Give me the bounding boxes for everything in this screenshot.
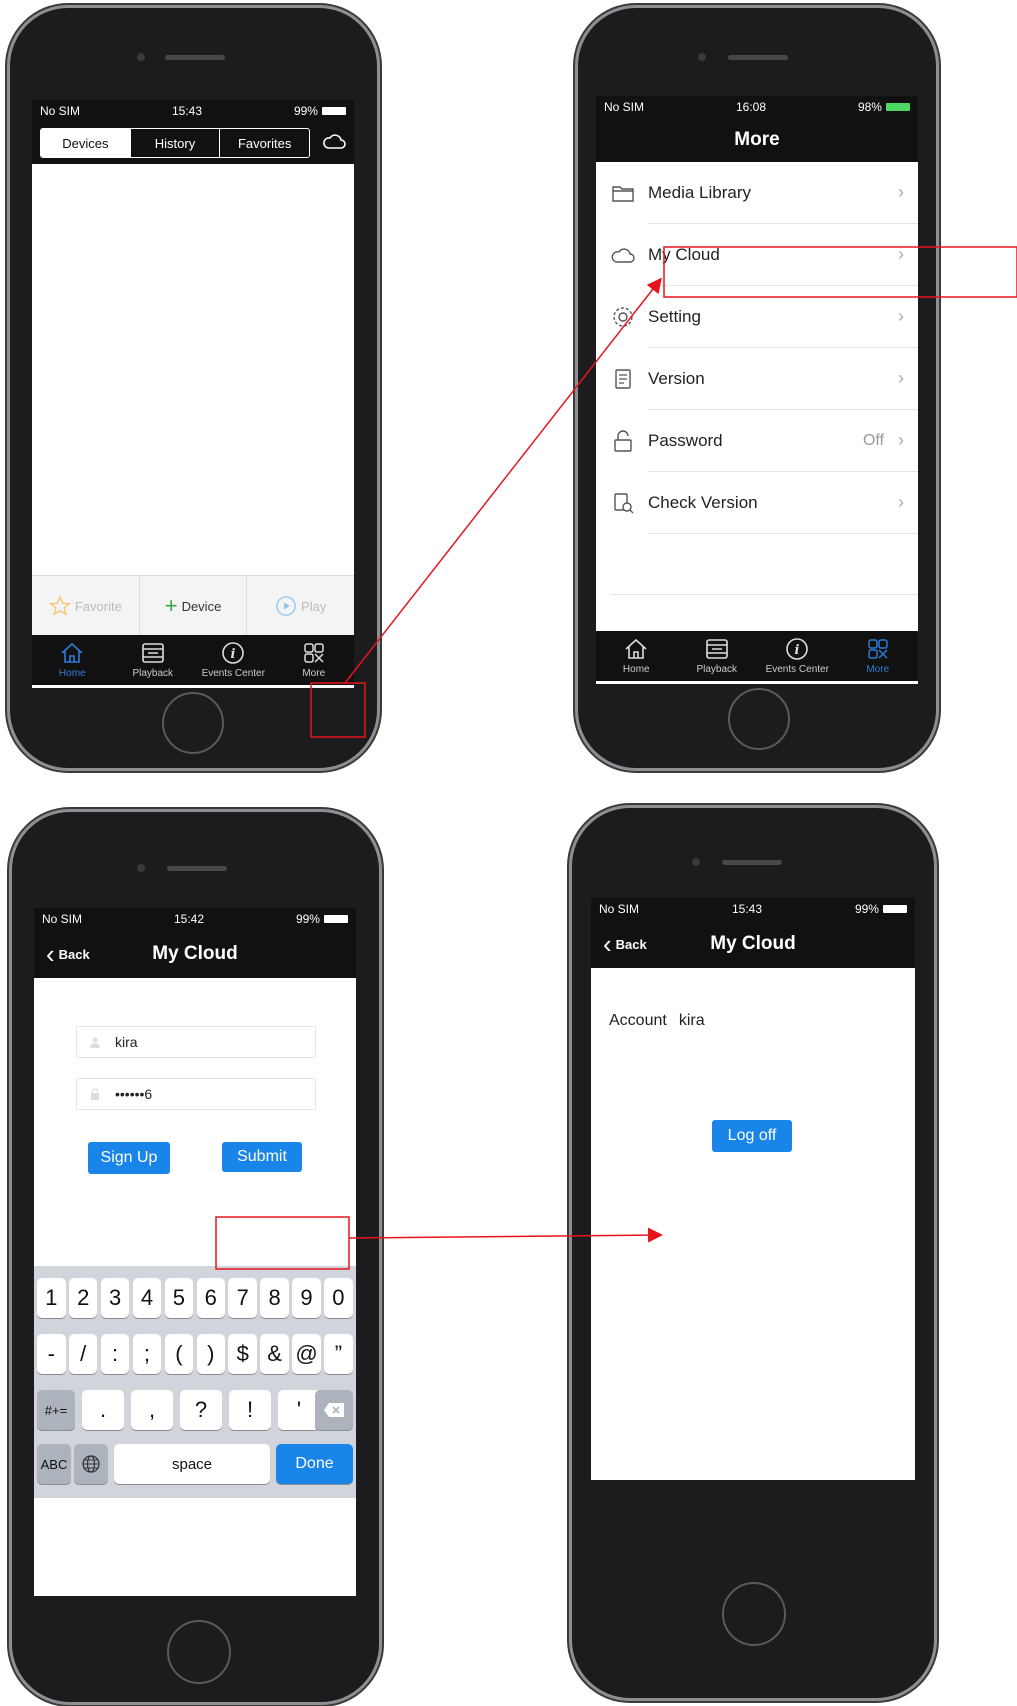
highlight-submit xyxy=(215,1216,350,1270)
highlight-more-tab xyxy=(310,682,366,738)
arrow-more-to-cloud xyxy=(344,277,662,684)
annotation-overlay xyxy=(215,246,1017,1270)
arrow-submit-to-account xyxy=(348,1227,663,1243)
highlight-my-cloud xyxy=(663,246,1017,298)
